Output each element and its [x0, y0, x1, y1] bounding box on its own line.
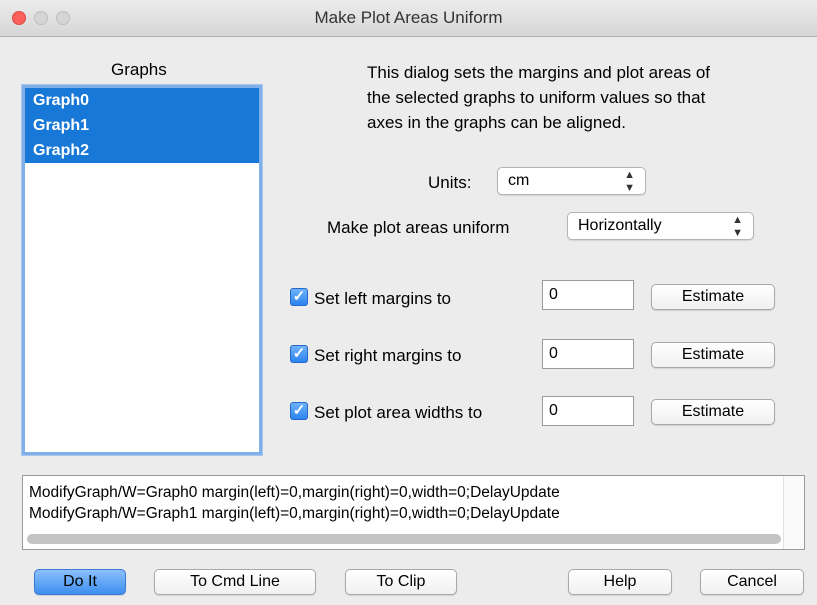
plot-widths-checkbox[interactable]: ✓	[290, 402, 308, 420]
list-item-graph2[interactable]: Graph2	[25, 138, 259, 163]
right-margins-input[interactable]: 0	[542, 339, 634, 369]
left-margins-label: Set left margins to	[314, 289, 452, 308]
do-it-button[interactable]: Do It	[34, 569, 126, 595]
dialog-description: This dialog sets the margins and plot ar…	[367, 63, 711, 132]
stepper-arrows-icon: ▲ ▼	[732, 214, 743, 239]
plot-widths-estimate-button[interactable]: Estimate	[651, 399, 775, 425]
left-margins-input[interactable]: 0	[542, 280, 634, 310]
cancel-button[interactable]: Cancel	[700, 569, 804, 595]
right-margins-label: Set right margins to	[314, 346, 462, 365]
plot-widths-label: Set plot area widths to	[314, 403, 483, 422]
to-cmd-line-button[interactable]: To Cmd Line	[154, 569, 316, 595]
units-select[interactable]: cm ▲ ▼	[497, 167, 646, 195]
vertical-scroll-gutter	[783, 476, 804, 549]
units-label: Units:	[428, 173, 472, 192]
graphs-list[interactable]: Graph0 Graph1 Graph2	[22, 85, 262, 455]
plot-widths-input[interactable]: 0	[542, 396, 634, 426]
command-line-2: ModifyGraph/W=Graph1 margin(left)=0,marg…	[29, 505, 560, 522]
title-bar: Make Plot Areas Uniform	[0, 0, 817, 37]
to-clip-button[interactable]: To Clip	[345, 569, 457, 595]
graphs-heading: Graphs	[111, 60, 167, 79]
help-button[interactable]: Help	[568, 569, 672, 595]
command-preview[interactable]: ModifyGraph/W=Graph0 margin(left)=0,marg…	[22, 475, 805, 550]
checkmark-icon: ✓	[292, 288, 306, 305]
right-margins-checkbox[interactable]: ✓	[290, 345, 308, 363]
uniform-value: Horizontally	[578, 217, 662, 234]
window-title: Make Plot Areas Uniform	[314, 8, 503, 27]
list-item-graph0[interactable]: Graph0	[25, 88, 259, 113]
list-item-graph1[interactable]: Graph1	[25, 113, 259, 138]
right-margins-estimate-button[interactable]: Estimate	[651, 342, 775, 368]
checkmark-icon: ✓	[292, 345, 306, 362]
left-margins-checkbox[interactable]: ✓	[290, 288, 308, 306]
uniform-select[interactable]: Horizontally ▲ ▼	[567, 212, 754, 240]
horizontal-scrollbar[interactable]	[27, 534, 781, 544]
uniform-label: Make plot areas uniform	[327, 218, 510, 237]
stepper-arrows-icon: ▲ ▼	[624, 169, 635, 194]
left-margins-estimate-button[interactable]: Estimate	[651, 284, 775, 310]
command-line-1: ModifyGraph/W=Graph0 margin(left)=0,marg…	[29, 484, 560, 501]
units-value: cm	[508, 172, 530, 189]
checkmark-icon: ✓	[292, 402, 306, 419]
